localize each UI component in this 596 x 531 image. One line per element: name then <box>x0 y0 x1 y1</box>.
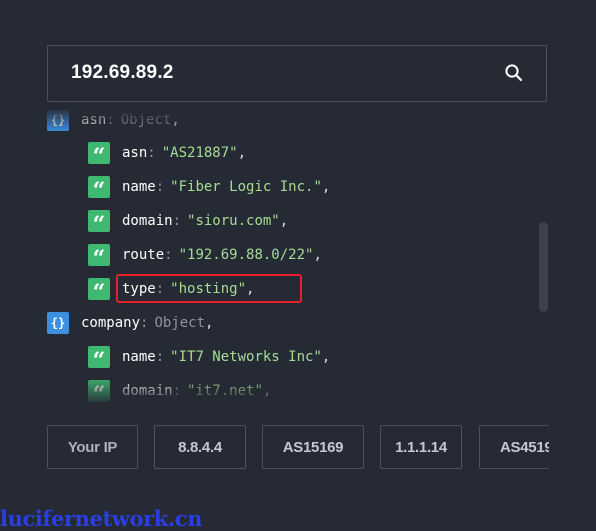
string-quote-icon: “ <box>88 142 110 168</box>
chip-1-1-1-14[interactable]: 1.1.1.14 <box>380 425 462 469</box>
json-colon: : <box>140 315 149 331</box>
json-value: Object <box>154 315 206 331</box>
search-value: 192.69.89.2 <box>71 62 174 83</box>
json-comma: , <box>171 112 180 128</box>
json-line-route[interactable]: “ route: "192.69.88.0/22", <box>88 243 322 270</box>
json-colon: : <box>155 179 165 195</box>
object-icon: {} <box>47 110 69 131</box>
json-viewer[interactable]: {} asn: Object, “ asn: "AS21887", “ name: "… <box>0 110 596 404</box>
json-comma: , <box>321 179 331 195</box>
json-line-company-domain[interactable]: “ domain: "it7.net", <box>88 379 272 404</box>
json-key: asn <box>122 145 148 161</box>
json-colon: : <box>147 145 156 161</box>
json-line-name[interactable]: “ name: "Fiber Logic Inc.", <box>88 175 331 202</box>
watermark: lucifernetwork.cn <box>0 506 203 531</box>
quick-lookup-chips: Your IP 8.8.4.4 AS15169 1.1.1.14 AS4519 <box>47 425 549 469</box>
json-value: "AS21887" <box>161 145 238 161</box>
chip-8-8-4-4[interactable]: 8.8.4.4 <box>154 425 246 469</box>
string-quote-icon: “ <box>88 380 110 404</box>
json-line-company-object[interactable]: {} company: Object, <box>47 311 213 335</box>
json-value: "it7.net" <box>187 383 263 399</box>
json-value: "IT7 Networks Inc" <box>170 349 322 365</box>
search-icon[interactable] <box>504 63 524 83</box>
search-input[interactable]: 192.69.89.2 <box>47 45 547 102</box>
json-colon: : <box>164 247 173 263</box>
json-key: type <box>122 281 156 297</box>
json-line-domain[interactable]: “ domain: "sioru.com", <box>88 209 289 236</box>
string-quote-icon: “ <box>88 210 110 236</box>
json-key: asn <box>81 112 107 128</box>
json-colon: : <box>172 383 182 399</box>
json-value: "Fiber Logic Inc." <box>170 179 322 195</box>
json-line-type[interactable]: “ type: "hosting", <box>88 277 255 304</box>
json-key: domain <box>122 383 173 399</box>
json-comma: , <box>237 145 247 161</box>
json-value: Object <box>120 112 172 128</box>
json-comma: , <box>246 281 255 297</box>
json-key: name <box>122 179 156 195</box>
json-comma: , <box>205 315 214 331</box>
string-quote-icon: “ <box>88 346 110 372</box>
json-key: company <box>81 315 141 331</box>
json-key: route <box>122 247 165 263</box>
json-colon: : <box>155 281 165 297</box>
json-value: "sioru.com" <box>187 213 280 229</box>
chip-as4519[interactable]: AS4519 <box>479 425 549 469</box>
chip-as15169[interactable]: AS15169 <box>262 425 364 469</box>
json-line-company-name[interactable]: “ name: "IT7 Networks Inc", <box>88 345 331 372</box>
json-comma: , <box>262 383 272 399</box>
json-colon: : <box>155 349 165 365</box>
object-icon: {} <box>47 312 69 334</box>
json-value: "192.69.88.0/22" <box>178 247 314 263</box>
json-key: domain <box>122 213 173 229</box>
string-quote-icon: “ <box>88 176 110 202</box>
chip-your-ip[interactable]: Your IP <box>47 425 138 469</box>
json-line-asn-object[interactable]: {} asn: Object, <box>47 110 180 132</box>
json-key: name <box>122 349 156 365</box>
string-quote-icon: “ <box>88 244 110 270</box>
json-value: "hosting" <box>170 281 247 297</box>
json-line-asn[interactable]: “ asn: "AS21887", <box>88 141 247 168</box>
string-quote-icon: “ <box>88 278 110 304</box>
json-colon: : <box>172 213 182 229</box>
json-comma: , <box>313 247 322 263</box>
json-comma: , <box>279 213 289 229</box>
scrollbar-thumb[interactable] <box>539 222 548 312</box>
json-comma: , <box>321 349 331 365</box>
json-colon: : <box>106 112 115 128</box>
